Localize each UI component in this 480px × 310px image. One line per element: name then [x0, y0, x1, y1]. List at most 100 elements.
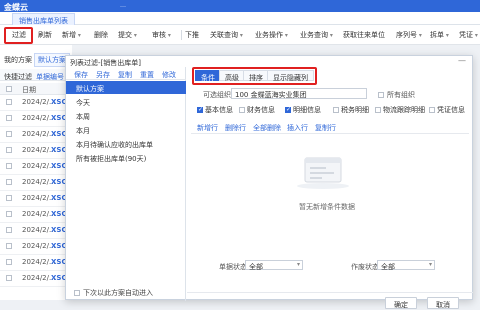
- delete-button[interactable]: 删除: [94, 30, 108, 40]
- row-checkbox[interactable]: [6, 131, 12, 137]
- scheme-item-this-week[interactable]: 本周: [66, 109, 186, 122]
- row-checkbox[interactable]: [6, 147, 12, 153]
- check-basic-info[interactable]: 基本信息: [197, 105, 233, 115]
- cancel-button[interactable]: 取消: [427, 297, 459, 309]
- check-tax-detail[interactable]: 税务明细: [333, 105, 369, 115]
- tax-detail-checkbox[interactable]: [333, 107, 339, 113]
- business-operation-button[interactable]: 业务操作: [255, 30, 288, 40]
- delete-all-button[interactable]: 全部删除: [253, 123, 281, 133]
- check-voucher-info[interactable]: 凭证信息: [429, 105, 465, 115]
- row-checkbox[interactable]: [6, 163, 12, 169]
- scheme-item-this-month[interactable]: 本月: [66, 123, 186, 136]
- table-row[interactable]: 2024/2/... XSCK: [0, 160, 72, 175]
- row-checkbox[interactable]: [6, 259, 12, 265]
- business-query-button[interactable]: 业务查询: [300, 30, 333, 40]
- row-checkbox[interactable]: [6, 179, 12, 185]
- minimize-icon[interactable]: —: [458, 56, 466, 65]
- table-row[interactable]: 2024/2/... XSCK: [0, 256, 72, 271]
- push-down-button[interactable]: 下推: [185, 30, 199, 40]
- date-column-header[interactable]: 日期: [22, 85, 36, 95]
- submit-button[interactable]: 提交: [118, 30, 137, 40]
- table-row[interactable]: 2024/2/... XSCK: [0, 208, 72, 223]
- row-checkbox[interactable]: [6, 227, 12, 233]
- split-button[interactable]: 拆单: [430, 30, 449, 40]
- top-bar: 金蝶云 …: [0, 0, 480, 12]
- ok-button[interactable]: 确定: [385, 297, 417, 309]
- basic-info-checkbox[interactable]: [197, 106, 203, 113]
- row-checkbox[interactable]: [6, 195, 12, 201]
- related-query-button[interactable]: 关联查询: [210, 30, 243, 40]
- auto-enter-option[interactable]: 下次以此方案自动进入: [74, 288, 153, 298]
- grid-header: 日期: [0, 83, 72, 95]
- scheme-item-pending-receivable[interactable]: 本月待确认应收的出库单: [66, 137, 186, 150]
- row-checkbox[interactable]: [6, 211, 12, 217]
- table-row[interactable]: 2024/2/... XSCK: [0, 224, 72, 239]
- save-scheme-button[interactable]: 保存: [74, 70, 88, 80]
- all-org-label: 所有组织: [387, 91, 415, 99]
- table-row[interactable]: 2024/2/... XSCK: [0, 240, 72, 255]
- delete-row-button[interactable]: 删除行: [225, 123, 246, 133]
- check-finance-info[interactable]: 财务信息: [239, 105, 275, 115]
- copy-row-button[interactable]: 复制行: [315, 123, 336, 133]
- my-scheme-label: 我的方案: [4, 56, 32, 64]
- logistics-detail-label: 物流跟踪明细: [383, 106, 425, 114]
- condition-divider: [191, 133, 469, 134]
- basic-info-label: 基本信息: [205, 106, 233, 114]
- quick-filter-bar: 快捷过滤 单据编号: [0, 69, 72, 81]
- doc-no-field[interactable]: 单据编号: [36, 72, 64, 82]
- table-row[interactable]: 2024/2/... XSCK: [0, 144, 72, 159]
- scheme-item-default[interactable]: 默认方案: [66, 81, 186, 94]
- table-row[interactable]: 2024/2/... XSCK: [0, 176, 72, 191]
- table-row[interactable]: 2024/2/... XSCK: [0, 272, 72, 287]
- page-tab-bar: 销售出库单列表: [0, 12, 480, 29]
- copy-scheme-button[interactable]: 复制: [118, 70, 132, 80]
- serial-number-button[interactable]: 序列号: [396, 30, 422, 40]
- void-status-label: 作废状态: [351, 263, 379, 271]
- table-row[interactable]: 2024/2/... XSCK: [0, 192, 72, 207]
- scheme-item-today[interactable]: 今天: [66, 95, 186, 108]
- table-row[interactable]: 2024/2/... XSCK: [0, 112, 72, 127]
- audit-button[interactable]: 审核: [152, 30, 171, 40]
- get-partner-button[interactable]: 获取往来单位: [343, 30, 385, 40]
- save-as-button[interactable]: 另存: [96, 70, 110, 80]
- auto-enter-checkbox[interactable]: [74, 290, 80, 296]
- refresh-button[interactable]: 刷新: [38, 30, 52, 40]
- all-org-option[interactable]: 所有组织: [378, 90, 415, 100]
- logistics-detail-checkbox[interactable]: [375, 107, 381, 113]
- row-checkbox[interactable]: [6, 275, 12, 281]
- new-button[interactable]: 新增: [62, 30, 81, 40]
- row-checkbox[interactable]: [6, 243, 12, 249]
- reset-scheme-button[interactable]: 重置: [140, 70, 154, 80]
- check-logistics-detail[interactable]: 物流跟踪明细: [375, 105, 425, 115]
- filter-highlight: [4, 27, 33, 44]
- add-row-button[interactable]: 新增行: [197, 123, 218, 133]
- toolbar-divider: [181, 30, 182, 40]
- detail-info-label: 明细信息: [293, 106, 321, 114]
- edit-scheme-button[interactable]: 修改: [162, 70, 176, 80]
- list-filter-dialog: 列表过滤-[销售出库单] — 保存 另存 复制 重置 修改 默认方案 今天 本周…: [65, 55, 473, 309]
- doc-status-label: 单据状态: [219, 263, 247, 271]
- row-checkbox[interactable]: [6, 99, 12, 105]
- select-all-checkbox[interactable]: [6, 86, 12, 92]
- auto-enter-label: 下次以此方案自动进入: [83, 289, 153, 297]
- finance-info-label: 财务信息: [247, 106, 275, 114]
- doc-status-select[interactable]: 全部: [245, 260, 303, 271]
- voucher-info-checkbox[interactable]: [429, 107, 435, 113]
- scheme-panel: 保存 另存 复制 重置 修改 默认方案 今天 本周 本月 本月待确认应收的出库单…: [66, 67, 186, 301]
- table-row[interactable]: 2024/2/... XSCK: [0, 96, 72, 111]
- scheme-item-rejected[interactable]: 所有被拒出库单(90天): [66, 151, 186, 164]
- voucher-button[interactable]: 凭证: [459, 30, 478, 40]
- tabs-highlight: [192, 67, 317, 85]
- table-row[interactable]: 2024/2/... XSCK: [0, 128, 72, 143]
- detail-info-checkbox[interactable]: [285, 106, 291, 113]
- empty-state-text: 暂无新增条件数据: [299, 203, 355, 211]
- org-select[interactable]: 100 金蝶蓝海实业集团: [231, 88, 367, 99]
- empty-state-icon: [297, 157, 349, 189]
- finance-info-checkbox[interactable]: [239, 107, 245, 113]
- all-org-checkbox[interactable]: [378, 92, 384, 98]
- voucher-info-label: 凭证信息: [437, 106, 465, 114]
- row-checkbox[interactable]: [6, 115, 12, 121]
- insert-row-button[interactable]: 插入行: [287, 123, 308, 133]
- check-detail-info[interactable]: 明细信息: [285, 105, 321, 115]
- void-status-select[interactable]: 全部: [377, 260, 435, 271]
